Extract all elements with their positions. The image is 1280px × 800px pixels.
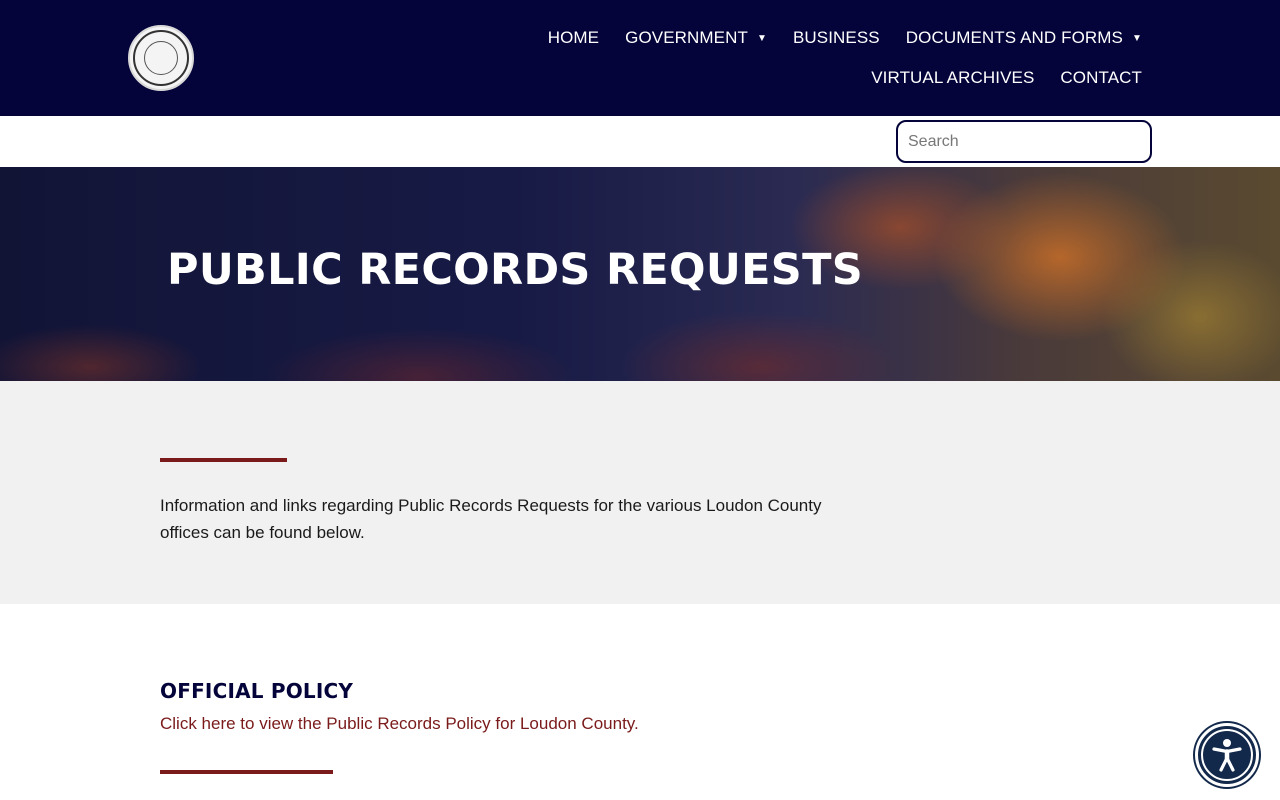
nav-row-2: VIRTUAL ARCHIVES CONTACT bbox=[502, 68, 1142, 88]
official-policy-heading: OFFICIAL POLICY bbox=[160, 679, 354, 703]
nav-row-1: HOME GOVERNMENT ▼ BUSINESS DOCUMENTS AND… bbox=[502, 28, 1142, 48]
intro-text: Information and links regarding Public R… bbox=[160, 496, 822, 542]
nav-item-business[interactable]: BUSINESS bbox=[793, 28, 880, 48]
caret-down-icon: ▼ bbox=[1132, 32, 1142, 44]
site-header: HOME GOVERNMENT ▼ BUSINESS DOCUMENTS AND… bbox=[0, 0, 1280, 116]
main-nav: HOME GOVERNMENT ▼ BUSINESS DOCUMENTS AND… bbox=[502, 28, 1142, 88]
seal-outer-ring bbox=[133, 30, 189, 86]
accessibility-icon bbox=[1201, 729, 1253, 781]
county-seal-icon[interactable] bbox=[128, 25, 194, 91]
nav-item-label: CONTACT bbox=[1060, 68, 1142, 87]
seal-inner-ring bbox=[144, 41, 178, 75]
accessibility-button[interactable] bbox=[1195, 723, 1259, 787]
nav-item-label: BUSINESS bbox=[792, 28, 880, 47]
nav-item-label: HOME bbox=[547, 28, 600, 47]
search-input[interactable] bbox=[896, 120, 1152, 163]
nav-item-documents-and-forms[interactable]: DOCUMENTS AND FORMS ▼ bbox=[906, 28, 1142, 48]
public-records-policy-link[interactable]: Click here to view the Public Records Po… bbox=[160, 714, 639, 734]
section-divider bbox=[160, 770, 333, 774]
caret-down-icon: ▼ bbox=[756, 32, 767, 44]
nav-item-contact[interactable]: CONTACT bbox=[1060, 68, 1142, 88]
nav-item-label: DOCUMENTS AND FORMS bbox=[905, 28, 1123, 47]
hero-banner: PUBLIC RECORDS REQUESTS bbox=[0, 167, 1280, 381]
nav-item-label: VIRTUAL ARCHIVES bbox=[871, 68, 1035, 87]
nav-item-virtual-archives[interactable]: VIRTUAL ARCHIVES bbox=[871, 68, 1034, 88]
nav-item-label: GOVERNMENT bbox=[625, 28, 748, 47]
nav-item-government[interactable]: GOVERNMENT ▼ bbox=[625, 28, 767, 48]
search-bar bbox=[0, 116, 1280, 167]
nav-item-home[interactable]: HOME bbox=[548, 28, 599, 48]
section-divider bbox=[160, 458, 287, 462]
intro-section: Information and links regarding Public R… bbox=[0, 381, 1280, 604]
page-title: PUBLIC RECORDS REQUESTS bbox=[167, 245, 863, 295]
